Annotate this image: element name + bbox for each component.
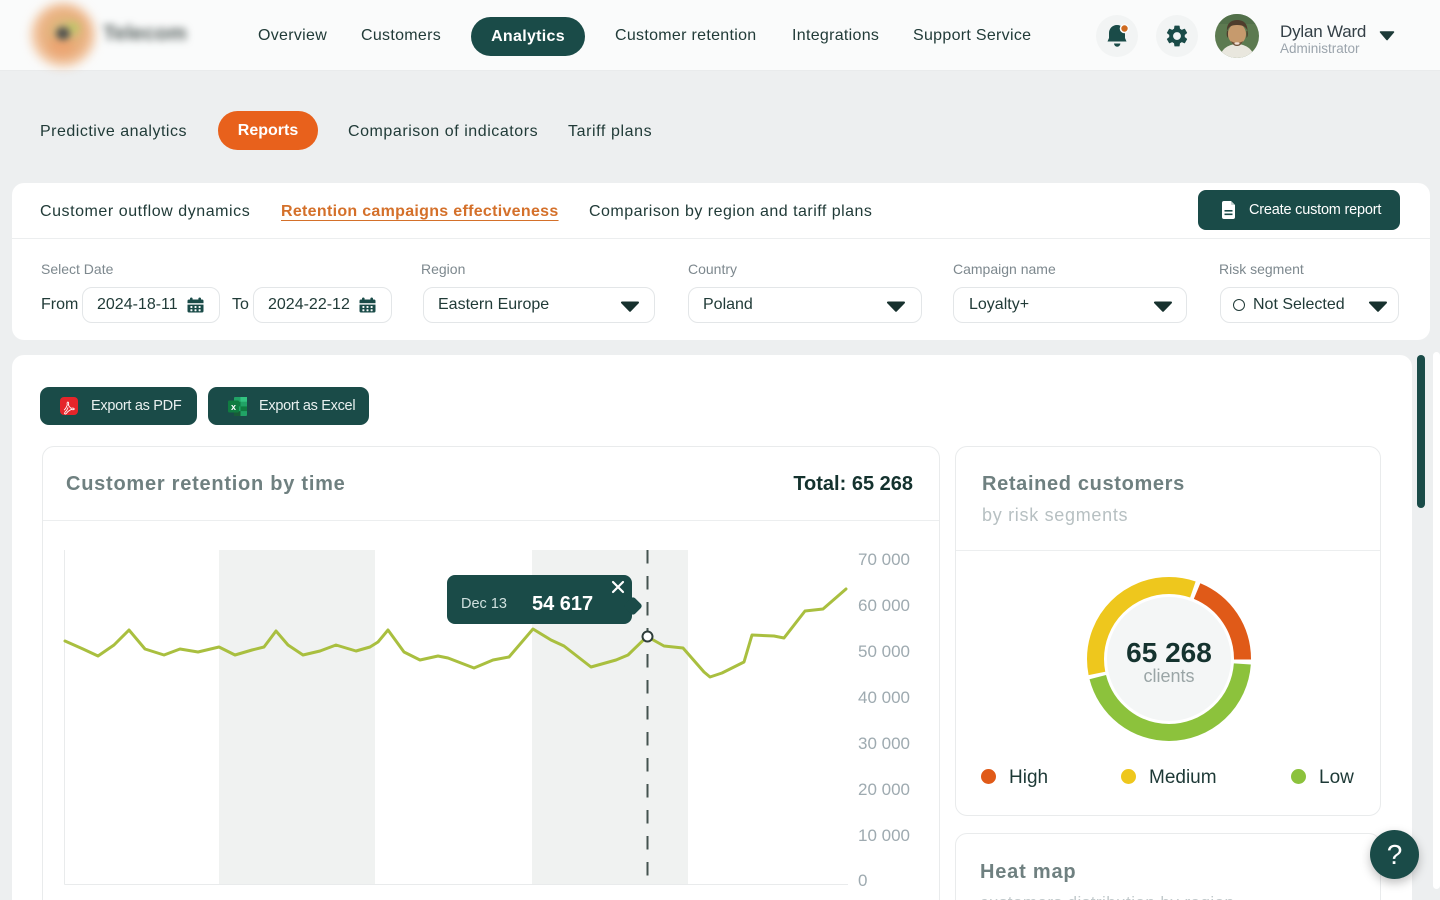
svg-text:x: x [231,402,236,412]
svg-text:clients: clients [1143,666,1194,686]
svg-text:10 000: 10 000 [858,826,910,845]
svg-text:65 268: 65 268 [1126,637,1212,668]
svg-text:70 000: 70 000 [858,550,910,569]
svg-text:60 000: 60 000 [858,596,910,615]
svg-text:40 000: 40 000 [858,688,910,707]
svg-text:0: 0 [858,871,867,890]
svg-text:20 000: 20 000 [858,780,910,799]
svg-text:30 000: 30 000 [858,734,910,753]
svg-text:50 000: 50 000 [858,642,910,661]
